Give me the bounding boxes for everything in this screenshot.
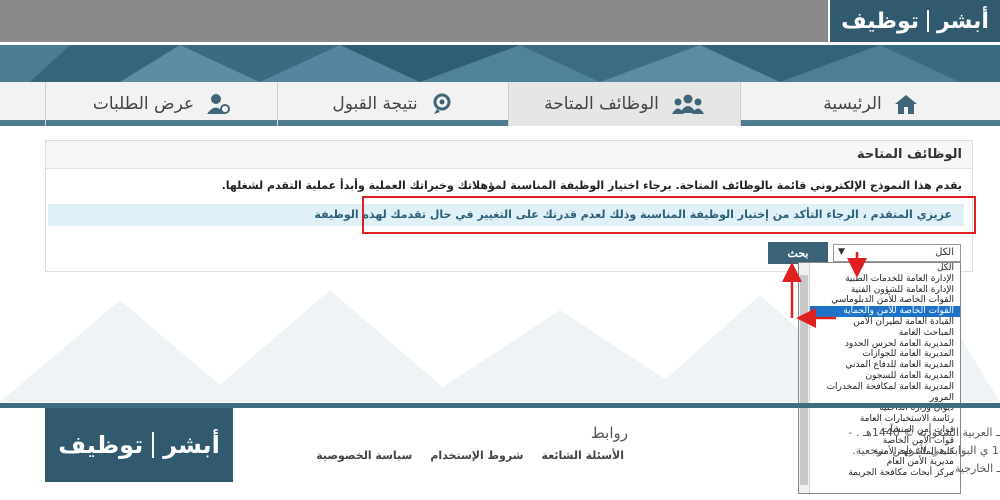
dropdown-option[interactable]: القوات الخاصة للأمن الدبلوماسي bbox=[799, 295, 960, 306]
dropdown-option[interactable]: الإدارة العامة للشؤون الفنية bbox=[799, 285, 960, 296]
tab-home-label: الرئيسية bbox=[823, 94, 882, 114]
logo-text-left: أبشر bbox=[937, 8, 989, 34]
footer-links: الأسئلة الشائعة شروط الإستخدام سياسة الخ… bbox=[316, 449, 624, 462]
brand-logo[interactable]: أبشر توظيف bbox=[828, 0, 1000, 42]
copyright-line-1: جـ العربية السعودية © 1440هـ . - bbox=[848, 426, 1000, 439]
tab-home[interactable]: الرئيسية bbox=[740, 82, 1000, 126]
category-select-value: الكل bbox=[935, 247, 954, 258]
category-select[interactable]: الكل ▼ bbox=[833, 244, 961, 262]
header-banner bbox=[0, 45, 1000, 82]
group-icon bbox=[671, 93, 705, 115]
dropdown-option[interactable]: القوات الخاصة للأمن والحماية bbox=[799, 306, 960, 317]
footer-logo-separator bbox=[152, 432, 155, 458]
search-button[interactable]: بحث bbox=[768, 242, 828, 264]
dropdown-option[interactable]: المباحث العامة bbox=[799, 328, 960, 339]
annotation-highlight-box bbox=[362, 196, 976, 234]
logo-separator bbox=[927, 10, 930, 32]
tab-view-requests-label: عرض الطلبات bbox=[92, 94, 195, 114]
main-nav: الرئيسية الوظائف المتاحة نتيجة القبول عر… bbox=[0, 82, 1000, 126]
dropdown-option[interactable]: المديرية العامة لمكافحة المخدرات bbox=[799, 382, 960, 393]
tab-available-jobs-label: الوظائف المتاحة bbox=[544, 94, 659, 114]
top-bar: أبشر توظيف bbox=[0, 0, 1000, 42]
footer-logo-right: توظيف bbox=[58, 431, 144, 459]
dropdown-option[interactable]: المديرية العامة لحرس الحدود bbox=[799, 339, 960, 350]
link-terms[interactable]: شروط الإستخدام bbox=[430, 449, 523, 462]
link-privacy[interactable]: سياسة الخصوصية bbox=[316, 449, 412, 462]
chevron-down-icon: ▼ bbox=[838, 247, 845, 257]
dropdown-option[interactable]: القيادة العامة لطيران الأمن bbox=[799, 317, 960, 328]
panel-title: الوظائف المتاحة bbox=[46, 141, 972, 169]
links-title: روابط bbox=[590, 424, 628, 442]
tab-acceptance-result-label: نتيجة القبول bbox=[332, 94, 418, 114]
dropdown-option[interactable]: المديرية العامة للسجون bbox=[799, 371, 960, 382]
dropdown-option[interactable]: الكل bbox=[799, 263, 960, 274]
user-gear-icon bbox=[206, 93, 231, 115]
panel-intro-text: يقدم هذا النموذج الإلكتروني قائمة بالوظا… bbox=[221, 179, 962, 192]
dropdown-option[interactable]: المديرية العامة للدفاع المدني bbox=[799, 360, 960, 371]
result-icon bbox=[430, 93, 454, 115]
dropdown-option[interactable]: المرور bbox=[799, 393, 960, 404]
copyright-text: جـ العربية السعودية © 1440هـ . - 18 ي ال… bbox=[646, 424, 1000, 478]
link-faq[interactable]: الأسئلة الشائعة bbox=[542, 449, 625, 462]
home-icon bbox=[894, 93, 918, 115]
banner-pattern bbox=[0, 45, 1000, 82]
tab-view-requests[interactable]: عرض الطلبات bbox=[45, 82, 277, 126]
tab-available-jobs[interactable]: الوظائف المتاحة bbox=[508, 82, 740, 126]
dropdown-option[interactable]: الإدارة العامة للخدمات الطبية bbox=[799, 274, 960, 285]
copyright-line-3: أبـ الخارجية. bbox=[951, 462, 1000, 475]
dropdown-option[interactable]: المديرية العامة للجوازات bbox=[799, 349, 960, 360]
footer-logo[interactable]: أبشر توظيف bbox=[45, 408, 233, 482]
copyright-line-2: 18 ي البوابة هي لأغراض مرجعية. bbox=[852, 444, 1000, 457]
logo-text-right: توظيف bbox=[841, 8, 920, 34]
footer-logo-left: أبشر bbox=[163, 431, 220, 459]
tab-acceptance-result[interactable]: نتيجة القبول bbox=[277, 82, 508, 126]
